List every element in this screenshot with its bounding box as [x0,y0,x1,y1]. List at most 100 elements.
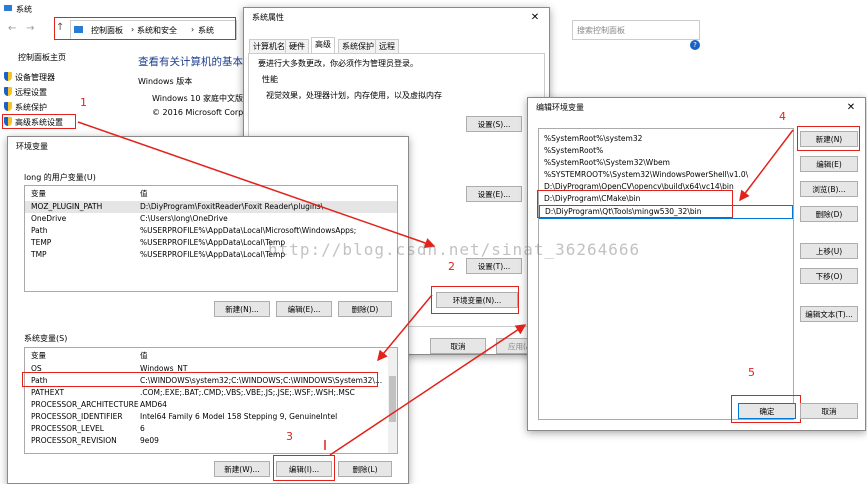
user-delete-button[interactable]: 删除(D) [338,301,392,317]
edit-move-up-button[interactable]: 上移(U) [800,243,858,259]
highlight-new-entries [537,190,733,218]
sysprop-cancel-button[interactable]: 取消 [430,338,486,354]
edit-move-down-button[interactable]: 下移(O) [800,268,858,284]
table-row[interactable]: MOZ_PLUGIN_PATH D:\DiyProgram\FoxitReade… [25,201,397,213]
var-name: TMP [31,250,47,259]
search-input[interactable]: 搜索控制面板 [577,25,625,36]
environment-variables-window: 环境变量 long 的用户变量(U) 变量 值 MOZ_PLUGIN_PATH … [7,136,409,484]
var-value: %USERPROFILE%\AppData\Local\Temp [140,238,286,247]
var-name: PROCESSOR_LEVEL [31,424,104,433]
performance-settings-button[interactable]: 设置(S)... [466,116,522,132]
table-row[interactable]: PROCESSOR_LEVEL 6 [25,423,397,435]
table-row[interactable]: PROCESSOR_IDENTIFIER Intel64 Family 6 Mo… [25,411,397,423]
scrollbar[interactable] [388,348,397,453]
var-value: %USERPROFILE%\AppData\Local\Microsoft\Wi… [140,226,357,235]
shield-icon [4,72,12,81]
help-icon[interactable]: ? [690,40,700,50]
edit-title: 编辑环境变量 [528,98,865,118]
table-row[interactable]: OneDrive C:\Users\long\OneDrive [25,213,397,225]
sidebar-item-label: 设备管理器 [15,73,55,82]
windows-edition: Windows 10 家庭中文版 [152,94,243,103]
profile-settings-button[interactable]: 设置(E)... [466,186,522,202]
annotation-3: 3 [286,430,293,443]
col-var-header: 变量 [31,351,46,360]
var-name: PROCESSOR_IDENTIFIER [31,412,123,421]
highlight-breadcrumb [54,17,236,40]
var-value: D:\DiyProgram\FoxitReader\Foxit Reader\p… [140,202,324,211]
var-name: TEMP [31,238,52,247]
col-val-header: 值 [140,351,148,360]
var-name: MOZ_PLUGIN_PATH [31,202,103,211]
sidebar-item-protection[interactable]: 系统保护 [4,102,47,113]
performance-group-label: 性能 [262,75,278,84]
var-value: Intel64 Family 6 Model 158 Stepping 9, G… [140,412,338,421]
forward-arrow-icon[interactable]: → [26,23,34,34]
edit-delete-button[interactable]: 删除(D) [800,206,858,222]
list-item[interactable]: %SYSTEMROOT%\System32\WindowsPowerShell\… [539,169,793,181]
list-item[interactable]: %SystemRoot%\System32\Wbem [539,157,793,169]
sidebar-home[interactable]: 控制面板主页 [18,52,66,63]
sidebar-item-remote[interactable]: 远程设置 [4,87,47,98]
sysprop-title: 系统属性 [244,8,549,28]
table-header: 变量 值 [25,350,397,362]
scrollbar-thumb[interactable] [389,376,396,422]
env-title: 环境变量 [8,137,408,157]
system-vars-table: 变量 值 OS Windows_NT Path C:\WINDOWS\syste… [24,347,398,454]
table-row[interactable]: PATHEXT .COM;.EXE;.BAT;.CMD;.VBS;.VBE;.J… [25,387,397,399]
tab-computer-name[interactable]: 计算机名 [249,39,289,53]
back-arrow-icon[interactable]: ← [8,23,16,34]
user-edit-button[interactable]: 编辑(E)... [276,301,332,317]
sidebar-item-label: 系统保护 [15,103,47,112]
tab-hardware[interactable]: 硬件 [285,39,309,53]
close-icon[interactable]: ✕ [521,8,549,28]
edit-env-var-window: 编辑环境变量 ✕ %SystemRoot%\system32 %SystemRo… [527,97,866,431]
sys-new-button[interactable]: 新建(W)... [214,461,270,477]
var-value: AMD64 [140,400,167,409]
table-header: 变量 值 [25,188,397,200]
edit-cancel-button[interactable]: 取消 [800,403,858,419]
table-row[interactable]: PROCESSOR_REVISION 9e09 [25,435,397,447]
cp-title: 系统 [16,5,32,14]
system-vars-label: 系统变量(S) [24,334,68,343]
sys-delete-button[interactable]: 删除(L) [338,461,392,477]
annotation-4: 4 [779,110,786,123]
annotation-5: 5 [748,366,755,379]
performance-desc: 视觉效果，处理器计划，内存使用，以及虚拟内存 [266,91,442,100]
page-title: 查看有关计算机的基本信 [138,56,254,68]
tab-system-protection[interactable]: 系统保护 [338,39,378,53]
close-icon[interactable]: ✕ [837,98,865,118]
highlight-advanced-settings [2,114,76,129]
col-val-header: 值 [140,189,148,198]
highlight-path-row [22,372,378,387]
startup-settings-button[interactable]: 设置(T)... [466,258,522,274]
col-var-header: 变量 [31,189,46,198]
path-entries-list: %SystemRoot%\system32 %SystemRoot% %Syst… [538,128,794,420]
var-name: PROCESSOR_REVISION [31,436,117,445]
var-value: C:\Users\long\OneDrive [140,214,228,223]
user-new-button[interactable]: 新建(N)... [214,301,270,317]
var-name: PATHEXT [31,388,65,397]
table-row[interactable]: PROCESSOR_ARCHITECTURE AMD64 [25,399,397,411]
var-value: 6 [140,424,145,433]
highlight-ok-button [731,395,801,423]
tab-remote[interactable]: 远程 [375,39,399,53]
highlight-new-button [797,126,860,151]
watermark: http://blog.csdn.net/sinat_36264666 [268,240,641,259]
list-item[interactable]: %SystemRoot%\system32 [539,133,793,145]
tab-advanced[interactable]: 高级 [311,37,335,53]
windows-edition-label: Windows 版本 [138,77,193,86]
computer-icon [4,5,12,11]
var-name: OneDrive [31,214,67,223]
shield-icon [4,87,12,96]
sidebar-item-device-manager[interactable]: 设备管理器 [4,72,55,83]
edit-edit-button[interactable]: 编辑(E) [800,156,858,172]
var-value: 9e09 [140,436,159,445]
table-row[interactable]: Path %USERPROFILE%\AppData\Local\Microso… [25,225,397,237]
list-item[interactable]: %SystemRoot% [539,145,793,157]
var-name: Path [31,226,48,235]
edit-text-button[interactable]: 编辑文本(T)... [800,306,858,322]
edit-browse-button[interactable]: 浏览(B)... [800,181,858,197]
search-box[interactable]: 搜索控制面板 [572,20,700,40]
shield-icon [4,102,12,111]
var-value: %USERPROFILE%\AppData\Local\Temp [140,250,286,259]
